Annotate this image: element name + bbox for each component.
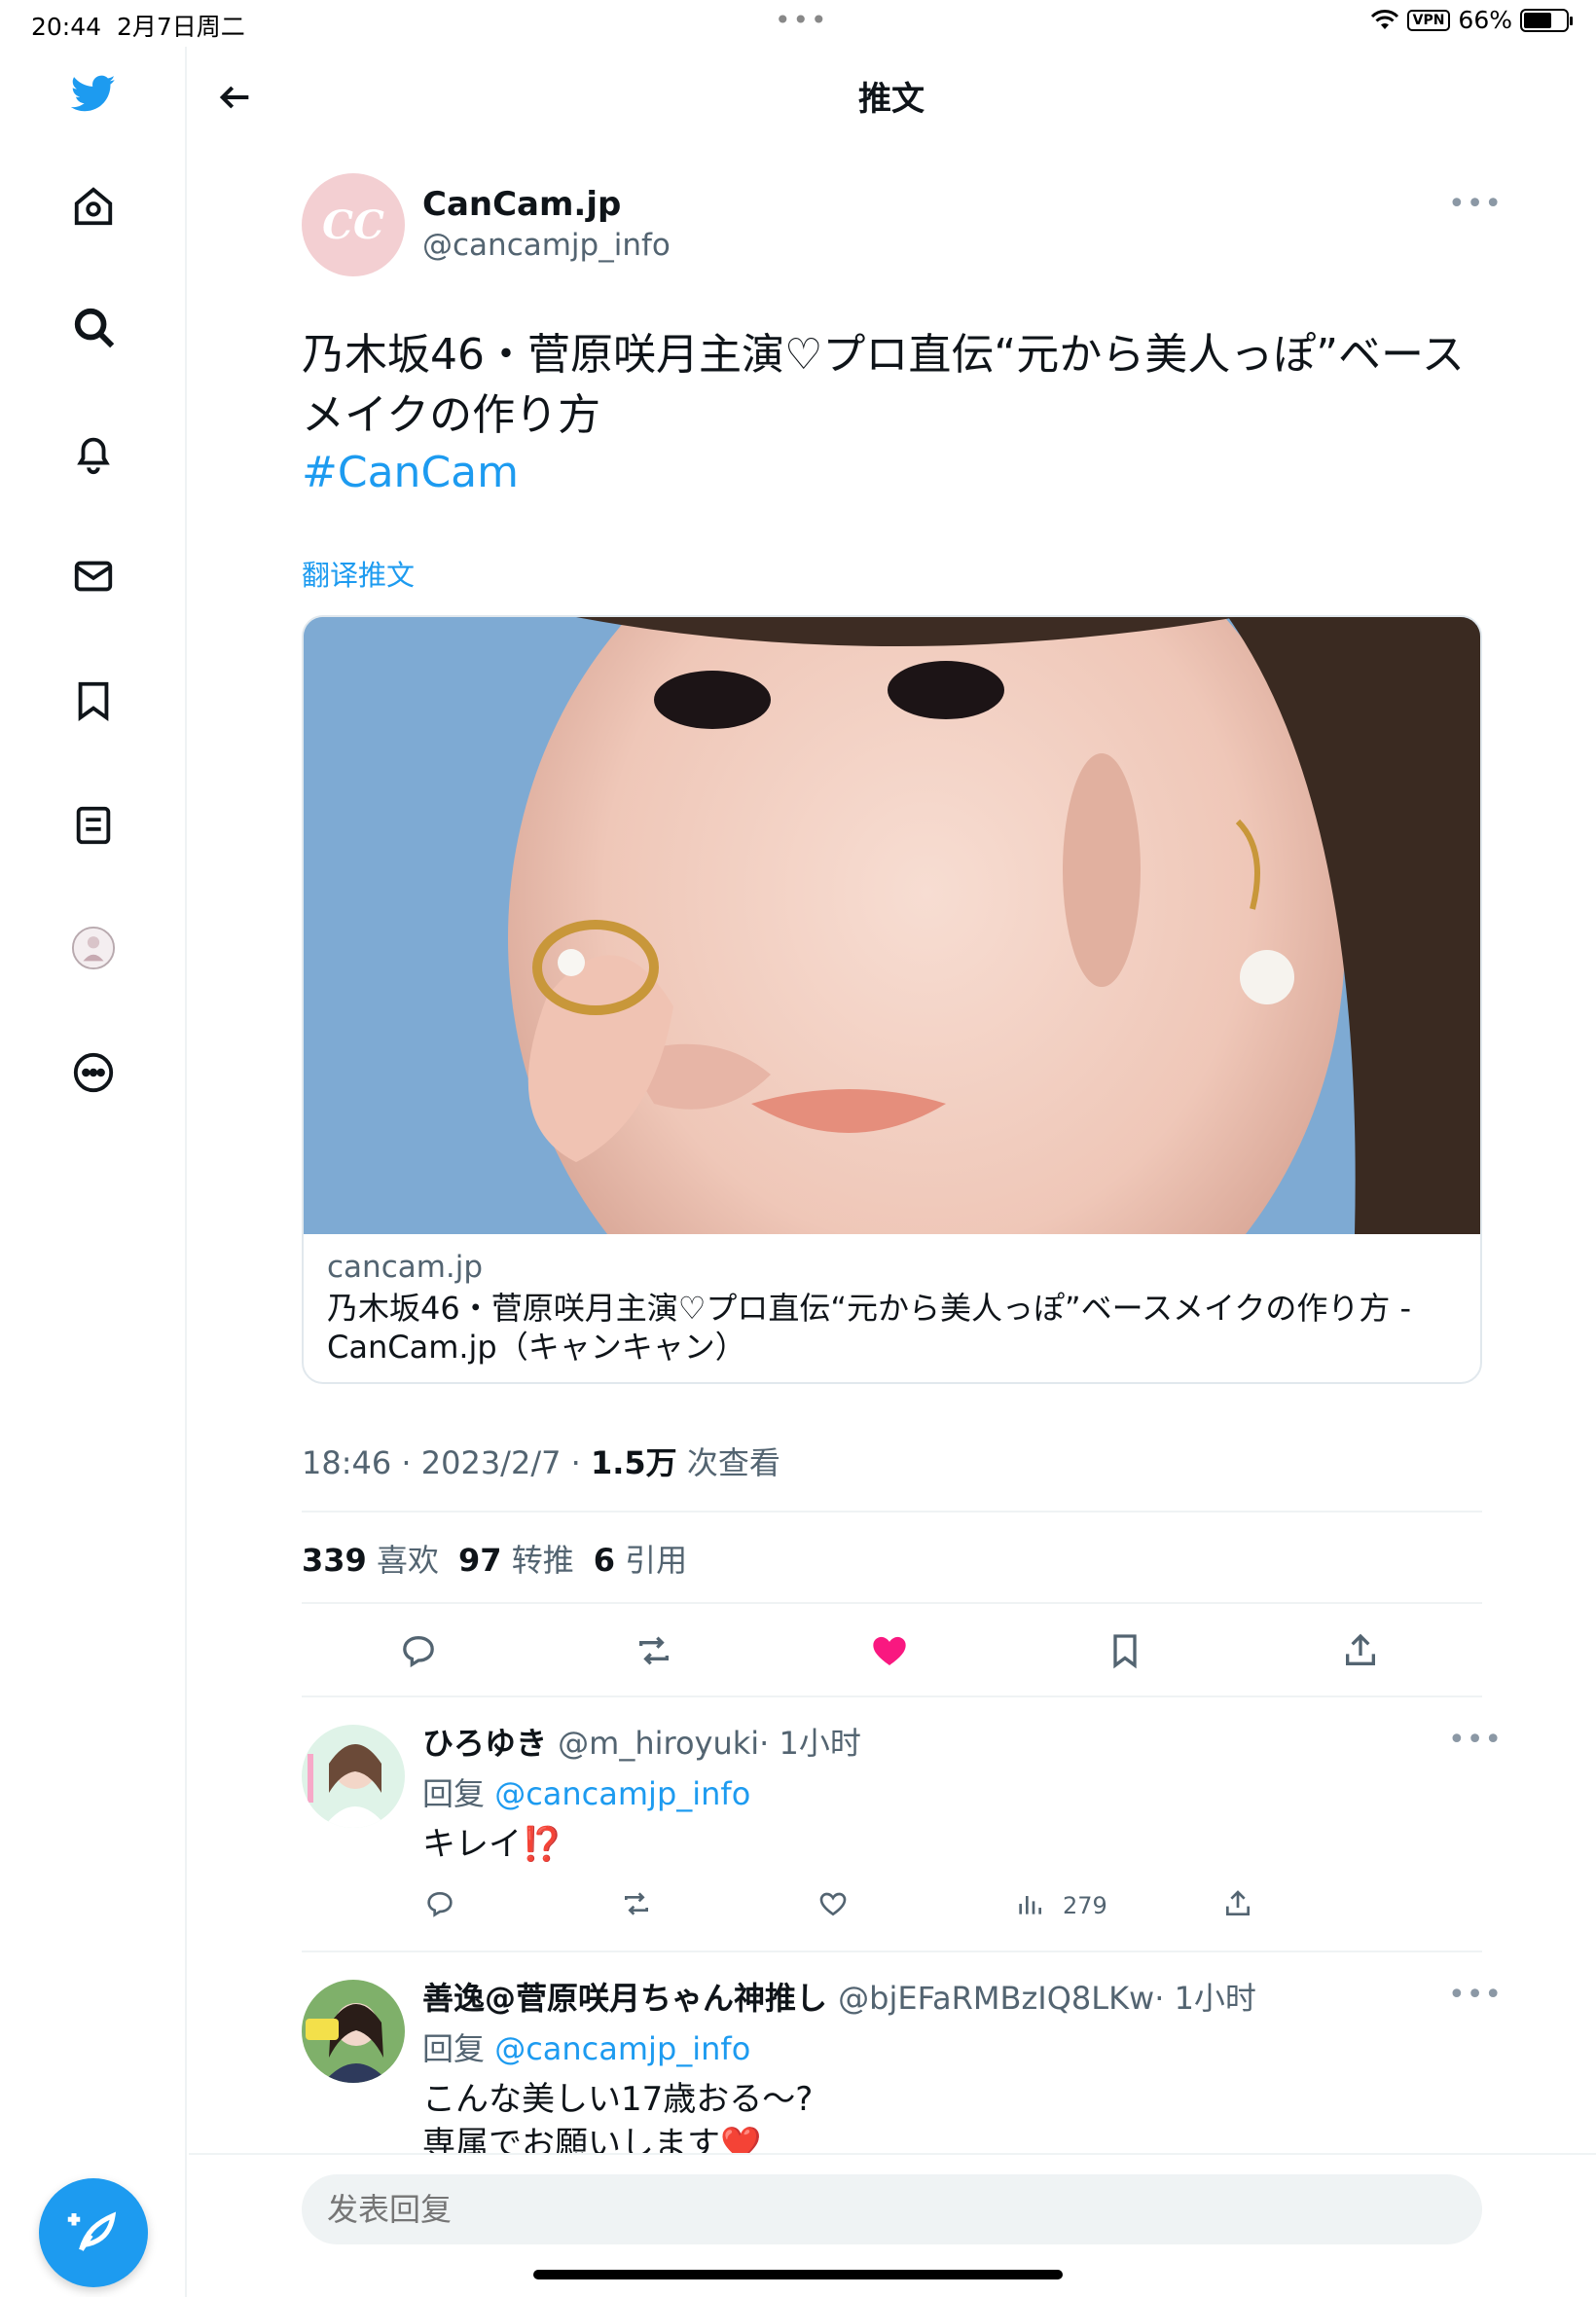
back-button[interactable]: [208, 70, 263, 125]
retweet-icon: [639, 1636, 669, 1665]
reply-input[interactable]: [302, 2174, 1482, 2244]
multitasking-dots-icon[interactable]: •••: [775, 4, 829, 36]
reply-author[interactable]: 善逸@菅原咲月ちゃん神推し @bjEFaRMBzIQ8LKw· 1小时: [422, 1974, 1256, 2019]
replying-to-handle[interactable]: @cancamjp_info: [494, 2030, 750, 2067]
profile-avatar[interactable]: [64, 919, 123, 977]
tweet-stats: 339 喜欢 97 转推 6 引用: [302, 1536, 687, 1581]
divider: [302, 1951, 1482, 1952]
reply-reply-button[interactable]: [418, 1882, 461, 1925]
link-card[interactable]: cancam.jp 乃木坂46・菅原咲月主演♡プロ直伝“元から美人っぽ”ベースメ…: [302, 615, 1482, 1384]
like-button[interactable]: [860, 1622, 919, 1680]
heart-filled-icon: [873, 1636, 906, 1665]
reply-author[interactable]: ひろゆき @m_hiroyuki· 1小时: [422, 1719, 861, 1764]
hashtag-link[interactable]: #CanCam: [302, 448, 519, 497]
reply-text: キレイ⁉️: [422, 1825, 563, 1864]
tweet-meta: 18:46 · 2023/2/7 · 1.5万 次查看: [302, 1444, 780, 1481]
reply-avatar[interactable]: [302, 1980, 405, 2083]
reply-more-icon[interactable]: •••: [1448, 1978, 1503, 2012]
feather-plus-icon: [67, 2211, 117, 2251]
reply-views-button[interactable]: [1008, 1882, 1051, 1925]
card-domain: cancam.jp: [327, 1250, 484, 1285]
quotes-stat[interactable]: 6 引用: [594, 1536, 687, 1581]
twitter-logo-icon[interactable]: [64, 64, 123, 123]
retweet-button[interactable]: [625, 1622, 683, 1680]
reply-icon: [427, 1891, 453, 1917]
replying-to: 回复 @cancamjp_info: [422, 1775, 751, 1812]
author-avatar[interactable]: CC: [302, 173, 405, 276]
tweet-time: 18:46: [302, 1444, 392, 1481]
reply-text-line: こんな美しい17歳おる～?: [422, 2080, 814, 2119]
tweet-more-icon[interactable]: •••: [1448, 187, 1503, 221]
reply-button[interactable]: [389, 1622, 448, 1680]
page-title: 推文: [858, 80, 925, 119]
battery-percent: 66%: [1458, 6, 1512, 34]
analytics-bars-icon: [1019, 1896, 1041, 1914]
reply-retweet-button[interactable]: [615, 1882, 658, 1925]
divider: [302, 1602, 1482, 1604]
author-name[interactable]: CanCam.jp: [422, 185, 621, 224]
translate-tweet-link[interactable]: 翻译推文: [302, 553, 415, 594]
sidebar-nav: [0, 47, 187, 2297]
author-handle[interactable]: @cancamjp_info: [422, 228, 671, 263]
reply-icon: [403, 1635, 434, 1668]
messages-envelope-icon[interactable]: [64, 547, 123, 605]
share-icon: [1226, 1890, 1250, 1915]
tweet-text: 乃木坂46・菅原咲月主演♡プロ直伝“元から美人っぽ”ベースメイクの作り方: [302, 330, 1465, 440]
likes-stat[interactable]: 339 喜欢: [302, 1536, 439, 1581]
bookmark-icon[interactable]: [64, 672, 123, 730]
reply-views-count: 279: [1063, 1892, 1107, 1919]
divider: [302, 1695, 1482, 1697]
reply-like-button[interactable]: [812, 1882, 854, 1925]
compose-tweet-button[interactable]: [39, 2178, 148, 2287]
vpn-badge: VPN: [1406, 9, 1451, 31]
arrow-left-icon: [219, 86, 249, 109]
more-options-icon[interactable]: [64, 1043, 123, 1102]
view-label: 次查看: [686, 1444, 780, 1481]
view-count: 1.5万: [590, 1444, 677, 1481]
card-photo: [304, 617, 1480, 1234]
lists-icon[interactable]: [64, 796, 123, 855]
share-button[interactable]: [1331, 1622, 1390, 1680]
reply-avatar[interactable]: [302, 1725, 405, 1828]
status-time: 20:44 2月7日周二: [31, 13, 245, 41]
reply-more-icon[interactable]: •••: [1448, 1723, 1503, 1757]
reply-share-button[interactable]: [1216, 1882, 1259, 1925]
tweet-date: 2023/2/7: [420, 1444, 562, 1481]
search-icon[interactable]: [64, 298, 123, 356]
replying-to-handle[interactable]: @cancamjp_info: [494, 1775, 750, 1812]
retweet-icon: [625, 1892, 648, 1915]
share-icon: [1346, 1633, 1375, 1665]
card-title: 乃木坂46・菅原咲月主演♡プロ直伝“元から美人っぽ”ベースメイクの作り方 - C…: [327, 1290, 1412, 1366]
divider: [302, 1511, 1482, 1513]
bookmark-icon: [1113, 1634, 1137, 1669]
battery-icon: [1520, 8, 1573, 32]
bookmark-button[interactable]: [1096, 1622, 1154, 1680]
status-indicators: VPN 66%: [1370, 6, 1573, 34]
retweets-stat[interactable]: 97 转推: [458, 1536, 574, 1581]
heart-outline-icon: [819, 1892, 847, 1916]
home-icon[interactable]: [64, 177, 123, 236]
notifications-bell-icon[interactable]: [64, 424, 123, 483]
wifi-icon: [1370, 9, 1398, 29]
replying-to: 回复 @cancamjp_info: [422, 2030, 751, 2067]
home-indicator[interactable]: [533, 2270, 1063, 2279]
status-bar: 20:44 2月7日周二 ••• VPN 66%: [0, 0, 1596, 47]
